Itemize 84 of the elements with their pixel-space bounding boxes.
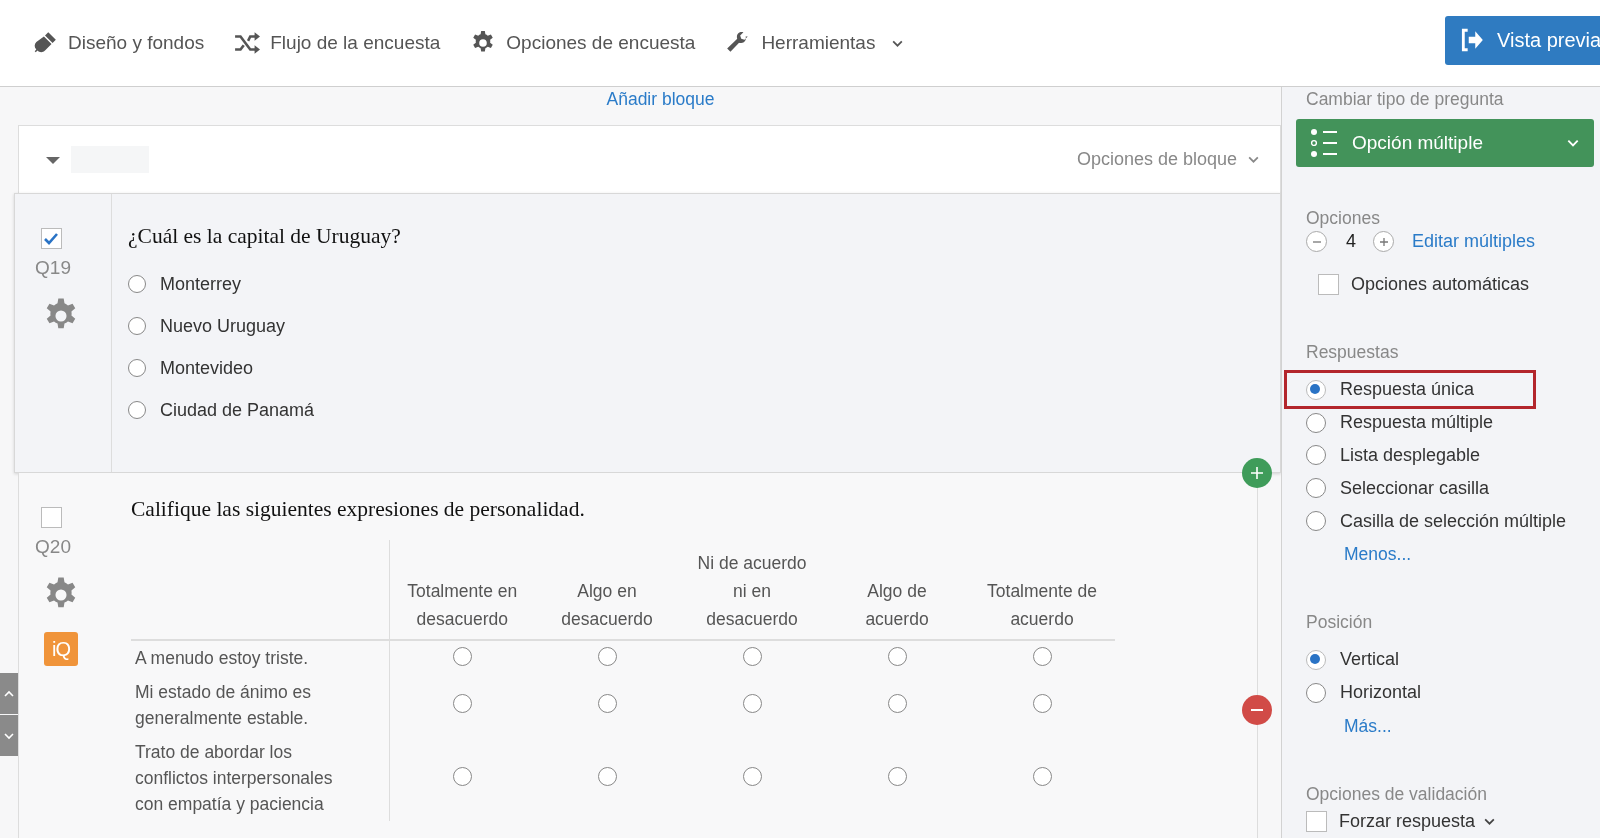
radio-button[interactable] xyxy=(128,401,146,419)
checkbox[interactable] xyxy=(1306,811,1327,833)
radio-label: Seleccionar casilla xyxy=(1340,477,1490,499)
column-header: Totalmente de acuerdo xyxy=(986,580,1098,631)
row-label: A menudo estoy triste. xyxy=(135,647,309,670)
choice-label: Nuevo Uruguay xyxy=(160,315,286,337)
increase-button[interactable] xyxy=(1373,231,1394,253)
radio-button[interactable] xyxy=(128,275,146,293)
question-checkbox[interactable] xyxy=(40,228,62,249)
radio-button[interactable] xyxy=(1032,693,1052,713)
toolbar-button[interactable]: Opciones de encuesta xyxy=(470,23,696,63)
toolbar-button[interactable]: Herramientas xyxy=(725,23,905,63)
radio-label: Lista desplegable xyxy=(1340,444,1481,466)
radio-button[interactable] xyxy=(742,646,762,666)
edit-multiple-link[interactable]: Editar múltiples xyxy=(1412,231,1536,253)
radio-button[interactable] xyxy=(887,646,907,666)
scroll-up-button[interactable] xyxy=(0,673,18,714)
radio-button[interactable] xyxy=(887,766,907,786)
checkbox-label: Forzar respuesta xyxy=(1339,811,1476,833)
radio-label: Vertical xyxy=(1340,649,1400,671)
choice-count: 4 xyxy=(1346,231,1356,253)
choice-label: Montevideo xyxy=(160,357,254,379)
radio-button[interactable] xyxy=(1032,646,1052,666)
radio-button[interactable] xyxy=(887,693,907,713)
question-type-dropdown[interactable]: Opción múltiple xyxy=(1296,119,1594,168)
radio-label: Horizontal xyxy=(1340,682,1422,704)
column-header: Algo en desacuerdo xyxy=(560,580,654,631)
radio-button[interactable] xyxy=(1306,445,1326,466)
checkbox-label: Opciones automáticas xyxy=(1351,274,1530,296)
radio-button[interactable] xyxy=(1306,511,1326,532)
question-text: Califique las siguientes expresiones de personalidad. xyxy=(131,497,586,522)
column-header: Totalmente en desacuerdo xyxy=(406,580,519,631)
radio-button[interactable] xyxy=(1306,649,1326,670)
section-label: Cambiar tipo de pregunta xyxy=(1306,89,1505,109)
exit-icon xyxy=(1459,27,1485,53)
question-checkbox[interactable] xyxy=(40,507,62,528)
shuffle-icon xyxy=(234,30,261,56)
radio-button[interactable] xyxy=(597,646,617,666)
radio-label: Respuesta única xyxy=(1340,379,1475,401)
section-label: Opciones xyxy=(1306,207,1381,230)
radio-button[interactable] xyxy=(1306,682,1326,703)
add-block-link[interactable]: Añadir bloque xyxy=(606,89,715,109)
radio-button[interactable] xyxy=(597,766,617,786)
radio-button[interactable] xyxy=(1306,478,1326,499)
question-number: Q19 xyxy=(35,257,71,279)
add-question-button[interactable] xyxy=(1242,458,1272,488)
choice-label: Ciudad de Panamá xyxy=(160,399,315,421)
block-options-button[interactable]: Opciones de bloque xyxy=(1076,149,1260,170)
iq-badge[interactable]: iQ xyxy=(44,632,78,666)
scroll-down-button[interactable] xyxy=(0,715,18,756)
column-header: Algo de acuerdo xyxy=(864,580,930,631)
radio-button[interactable] xyxy=(1306,379,1326,400)
radio-button[interactable] xyxy=(742,766,762,786)
radio-button[interactable] xyxy=(452,766,472,786)
radio-label: Respuesta múltiple xyxy=(1340,412,1494,433)
plus-icon xyxy=(1250,466,1264,480)
plus-icon xyxy=(1378,236,1389,247)
radio-button[interactable] xyxy=(452,646,472,666)
list-icon xyxy=(1310,127,1340,160)
toggle-options-link[interactable]: Más... xyxy=(1344,709,1594,744)
section-label: Posición xyxy=(1306,611,1374,634)
question-number: Q20 xyxy=(35,536,71,558)
question-text: ¿Cuál es la capital de Uruguay? xyxy=(128,224,402,249)
section-label: Respuestas xyxy=(1306,341,1400,364)
radio-button[interactable] xyxy=(597,693,617,713)
decrease-button[interactable] xyxy=(1306,231,1327,253)
delete-question-button[interactable] xyxy=(1242,695,1272,725)
section-label: Opciones de validación xyxy=(1306,783,1488,806)
row-label: Mi estado de ánimo es generalmente estable. xyxy=(135,681,313,730)
checkbox[interactable] xyxy=(1318,274,1339,296)
row-label: Trato de abordar los conflictos interpersonales con empatía y paciencia xyxy=(135,741,334,816)
radio-button[interactable] xyxy=(742,693,762,713)
checkmark-icon xyxy=(43,231,59,246)
column-header: Ni de acuerdo ni en desacuerdo xyxy=(696,552,808,631)
radio-button[interactable] xyxy=(128,317,146,335)
radio-button[interactable] xyxy=(1306,412,1326,433)
radio-label: Casilla de selección múltiple xyxy=(1340,510,1567,532)
radio-button[interactable] xyxy=(128,359,146,377)
choice-label: Monterrey xyxy=(160,273,242,295)
toolbar-button[interactable]: Diseño y fondos xyxy=(32,23,205,63)
radio-button[interactable] xyxy=(1032,766,1052,786)
radio-button[interactable] xyxy=(452,693,472,713)
toolbar-button[interactable]: Flujo de la encuesta xyxy=(234,23,441,63)
toggle-options-link[interactable]: Menos... xyxy=(1344,537,1594,572)
